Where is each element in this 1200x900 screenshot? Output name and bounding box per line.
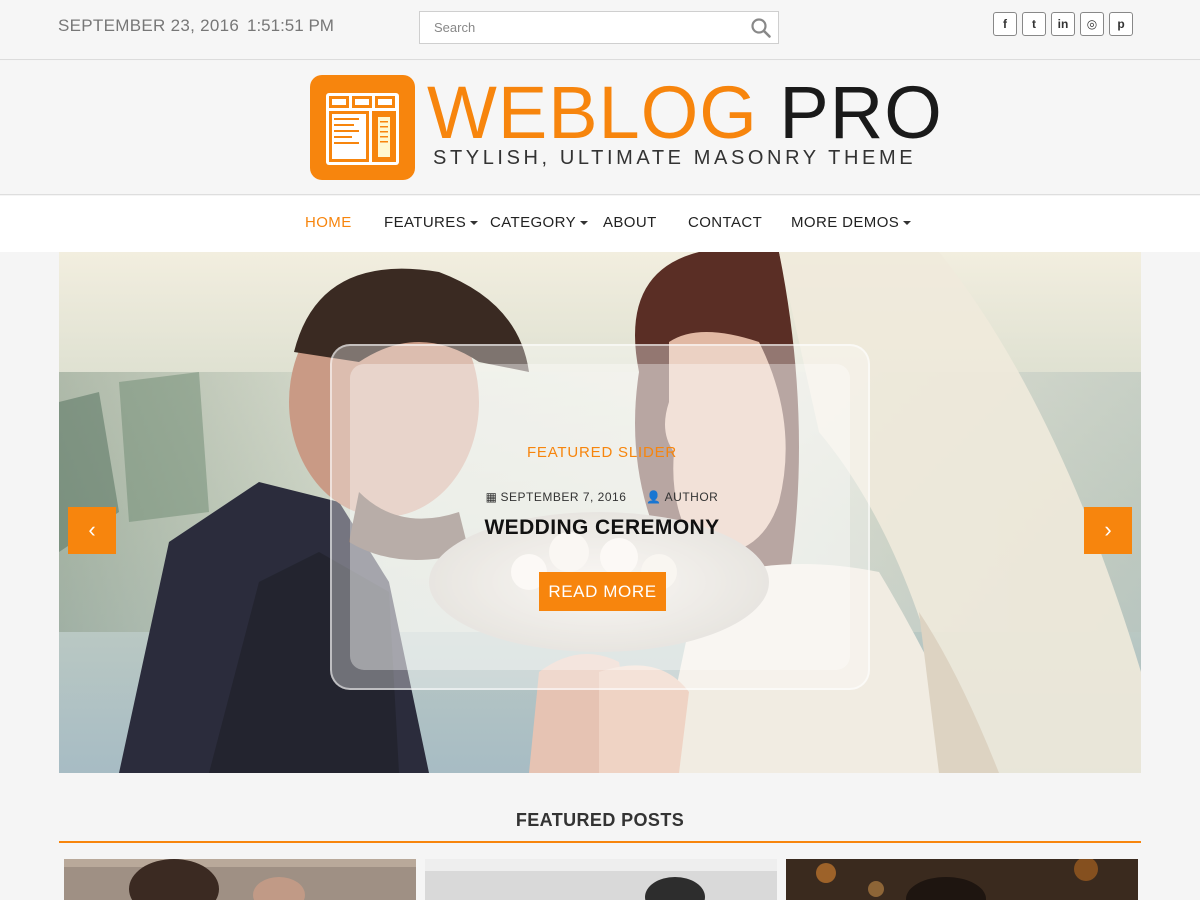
- instagram-icon[interactable]: ◎: [1080, 12, 1104, 36]
- search-icon[interactable]: [750, 17, 772, 39]
- main-nav: HOME FEATURES CATEGORY ABOUT CONTACT MOR…: [0, 196, 1200, 252]
- search-box: [419, 11, 779, 44]
- featured-post-thumbnail[interactable]: [786, 859, 1138, 900]
- nav-item-about[interactable]: ABOUT: [603, 214, 657, 231]
- site-title[interactable]: WEBLOG PRO: [427, 73, 943, 153]
- calendar-icon: ▦: [485, 490, 498, 504]
- chevron-down-icon: [580, 221, 588, 226]
- current-date: SEPTEMBER 23, 2016: [58, 16, 240, 35]
- read-more-button[interactable]: READ MORE: [539, 572, 666, 611]
- nav-item-home[interactable]: HOME: [305, 214, 352, 231]
- site-title-part2: PRO: [779, 71, 943, 154]
- chevron-left-icon: ‹: [88, 517, 96, 542]
- top-bar: SEPTEMBER 23, 2016 1:51:51 PM f t in ◎ p: [0, 0, 1200, 60]
- slide-title[interactable]: WEDDING CEREMONY: [332, 516, 872, 540]
- facebook-icon[interactable]: f: [993, 12, 1017, 36]
- linkedin-icon[interactable]: in: [1051, 12, 1075, 36]
- slide-caption: FEATURED SLIDER ▦ SEPTEMBER 7, 2016 👤 AUTH…: [330, 344, 870, 690]
- current-time: 1:51:51 PM: [247, 16, 334, 35]
- post-image: [425, 859, 777, 900]
- site-title-part1: WEBLOG: [427, 71, 758, 154]
- nav-item-contact[interactable]: CONTACT: [688, 214, 762, 231]
- post-image: [786, 859, 1138, 900]
- slide-category[interactable]: FEATURED SLIDER: [332, 444, 872, 461]
- slide-date: ▦ SEPTEMBER 7, 2016: [485, 490, 627, 504]
- slide-author[interactable]: 👤 AUTHOR: [646, 490, 718, 504]
- site-tagline: STYLISH, ULTIMATE MASONRY THEME: [433, 147, 917, 169]
- slider-prev-button[interactable]: ‹: [68, 507, 116, 554]
- site-header: WEBLOG PRO STYLISH, ULTIMATE MASONRY THE…: [0, 61, 1200, 195]
- twitter-icon[interactable]: t: [1022, 12, 1046, 36]
- slide-meta: ▦ SEPTEMBER 7, 2016 👤 AUTHOR: [332, 490, 872, 504]
- logo-window: [326, 93, 399, 165]
- nav-item-category[interactable]: CATEGORY: [490, 214, 588, 231]
- slider-next-button[interactable]: ›: [1084, 507, 1132, 554]
- chevron-right-icon: ›: [1104, 517, 1112, 542]
- social-links: f t in ◎ p: [993, 12, 1138, 36]
- user-icon: 👤: [646, 490, 662, 504]
- featured-post-thumbnail[interactable]: [64, 859, 416, 900]
- chevron-down-icon: [903, 221, 912, 226]
- pinterest-icon[interactable]: p: [1109, 12, 1133, 36]
- post-image: [64, 859, 416, 900]
- featured-post-thumbnail[interactable]: [425, 859, 777, 900]
- logo-icon[interactable]: [310, 75, 415, 180]
- nav-item-more-demos[interactable]: MORE DEMOS: [791, 214, 912, 231]
- divider: [59, 841, 1141, 843]
- logo-layout-icon: [329, 96, 396, 162]
- nav-item-features[interactable]: FEATURES: [384, 214, 479, 231]
- featured-posts-title: FEATURED POSTS: [515, 810, 685, 830]
- featured-slider: FEATURED SLIDER ▦ SEPTEMBER 7, 2016 👤 AUTH…: [59, 252, 1141, 773]
- chevron-down-icon: [470, 221, 479, 226]
- search-input[interactable]: [420, 12, 740, 43]
